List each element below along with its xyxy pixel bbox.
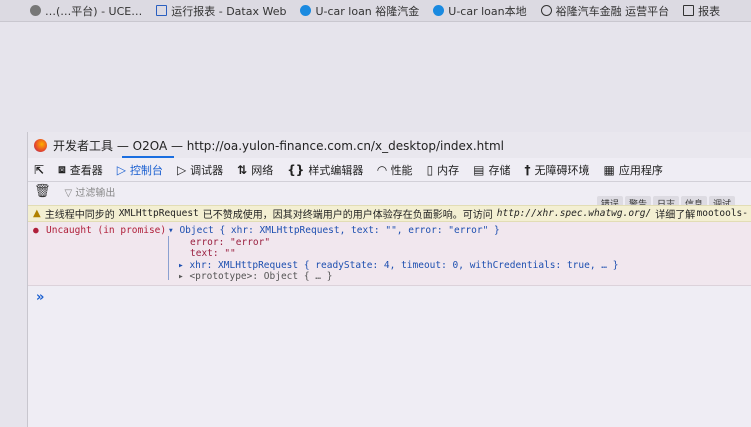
devtools-titlebar: 开发者工具 — O2OA — http://oa.yulon-finance.c… xyxy=(28,132,751,158)
error-label: Uncaught (in promise) xyxy=(46,225,167,236)
warning-code: XMLHttpRequest xyxy=(118,208,199,219)
prompt-icon: » xyxy=(36,290,45,305)
page-icon xyxy=(683,5,695,16)
element-picker-icon[interactable]: ⇱ xyxy=(34,163,44,177)
inspector-icon: ⧈ xyxy=(58,162,66,176)
network-icon: ⇅ xyxy=(237,162,248,177)
tab-label: 样式编辑器 xyxy=(308,163,364,177)
gauge-icon: ◠ xyxy=(377,162,387,177)
bookmark[interactable]: 报表 xyxy=(683,3,720,19)
warning-source[interactable]: mootools- xyxy=(697,208,748,219)
braces-icon: {} xyxy=(287,162,305,177)
bookmark[interactable]: …(…平台) - UCE… xyxy=(30,3,142,19)
error-property: error: "error" xyxy=(190,237,271,248)
console-input-prompt[interactable]: » xyxy=(36,290,44,305)
tab-label: 性能 xyxy=(390,163,413,177)
globe-icon xyxy=(30,5,41,16)
tab-application[interactable]: ▦ 应用程序 xyxy=(604,162,663,178)
tab-performance[interactable]: ◠ 性能 xyxy=(377,162,412,178)
bookmark-label: U-car loan本地 xyxy=(448,4,527,18)
filter-icon: ▽ xyxy=(64,187,76,199)
tab-label: 内存 xyxy=(437,163,460,177)
prototype-property[interactable]: ▸ <prototype>: Object { … } xyxy=(178,271,332,282)
bookmark[interactable]: 运行报表 - Datax Web xyxy=(156,3,286,19)
error-object-summary: Object { xhr: XMLHttpRequest, text: "", … xyxy=(179,225,500,236)
globe-icon xyxy=(540,5,552,16)
warning-icon: ▲ xyxy=(33,208,41,219)
warning-text: 主线程中同步的 xyxy=(44,210,115,221)
bookmark-label: 报表 xyxy=(698,4,721,18)
filter-placeholder: 过滤输出 xyxy=(75,187,116,199)
tab-network[interactable]: ⇅ 网络 xyxy=(237,162,273,178)
warning-link[interactable]: http://xhr.spec.whatwg.org/ xyxy=(497,208,651,219)
xhr-text: xhr: XMLHttpRequest { readyState: 4, tim… xyxy=(189,260,619,271)
tab-inspector[interactable]: ⧈ 查看器 xyxy=(58,162,103,178)
tab-label: 存储 xyxy=(488,163,511,177)
tab-label: 查看器 xyxy=(69,163,103,177)
expand-toggle[interactable]: ▾ Object { xhr: XMLHttpRequest, text: ""… xyxy=(168,225,500,236)
tab-debugger[interactable]: ▷ 调试器 xyxy=(177,162,223,178)
text-property: text: "" xyxy=(190,248,236,259)
tab-label: 控制台 xyxy=(129,163,163,177)
bookmark-label: 运行报表 - Datax Web xyxy=(171,4,287,18)
firefox-icon xyxy=(34,138,47,152)
tab-label: 应用程序 xyxy=(618,163,663,177)
memory-icon: ▯ xyxy=(426,162,434,177)
xhr-property[interactable]: ▸ xhr: XMLHttpRequest { readyState: 4, t… xyxy=(178,260,618,271)
prototype-text: <prototype>: Object { … } xyxy=(189,271,333,282)
ucar-icon xyxy=(433,5,445,16)
bookmark-label: U-car loan 裕隆汽金 xyxy=(315,4,420,18)
bookmark[interactable]: U-car loan本地 xyxy=(433,3,527,19)
devtools-window: 开发者工具 — O2OA — http://oa.yulon-finance.c… xyxy=(27,132,751,427)
tab-storage[interactable]: ▤ 存储 xyxy=(473,162,510,178)
console-warning: ▲ 主线程中同步的 XMLHttpRequest 已不赞成使用，因其对终端用户的… xyxy=(28,205,751,222)
error-icon: ● xyxy=(33,225,39,236)
tab-accessibility[interactable]: † 无障碍环境 xyxy=(525,162,590,178)
storage-icon: ▤ xyxy=(473,162,485,177)
trash-icon[interactable]: 🗑 xyxy=(34,184,51,199)
page-icon xyxy=(156,5,168,16)
bookmark[interactable]: U-car loan 裕隆汽金 xyxy=(300,3,419,19)
object-tree xyxy=(168,236,169,280)
bookmark-label: 裕隆汽车金融 运营平台 xyxy=(555,4,670,18)
tab-console[interactable]: ▷ 控制台 xyxy=(117,162,163,178)
bookmark-label: …(…平台) - UCE… xyxy=(45,4,143,18)
console-icon: ▷ xyxy=(116,162,126,177)
filter-input[interactable]: ▽ 过滤输出 xyxy=(65,184,116,199)
debugger-icon: ▷ xyxy=(176,162,187,177)
learn-more-link[interactable]: 详细了解 xyxy=(655,206,695,221)
tab-style-editor[interactable]: {} 样式编辑器 xyxy=(287,162,363,178)
bookmarks-bar: …(…平台) - UCE… 运行报表 - Datax Web U-car loa… xyxy=(0,0,751,22)
tab-label: 网络 xyxy=(251,163,274,177)
window-title: 开发者工具 — O2OA — http://oa.yulon-finance.c… xyxy=(53,138,504,153)
grid-icon: ▦ xyxy=(603,162,615,177)
tab-label: 无障碍环境 xyxy=(534,163,590,177)
console-error: ● Uncaught (in promise) ▾ Object { xhr: … xyxy=(28,222,751,286)
warning-text: 已不赞成使用，因其对终端用户的用户体验存在负面影响。可访问 xyxy=(202,210,493,221)
devtools-tabs: ⇱ ⧈ 查看器 ▷ 控制台 ▷ 调试器 ⇅ 网络 {} 样式编辑器 ◠ 性能 ▯ 内存 ▤ 存储… xyxy=(28,158,751,182)
tab-memory[interactable]: ▯ 内存 xyxy=(427,162,460,178)
tab-label: 调试器 xyxy=(190,163,224,177)
bookmark[interactable]: 裕隆汽车金融 运营平台 xyxy=(540,3,670,19)
ucar-icon xyxy=(300,5,312,16)
accessibility-icon: † xyxy=(524,162,531,177)
